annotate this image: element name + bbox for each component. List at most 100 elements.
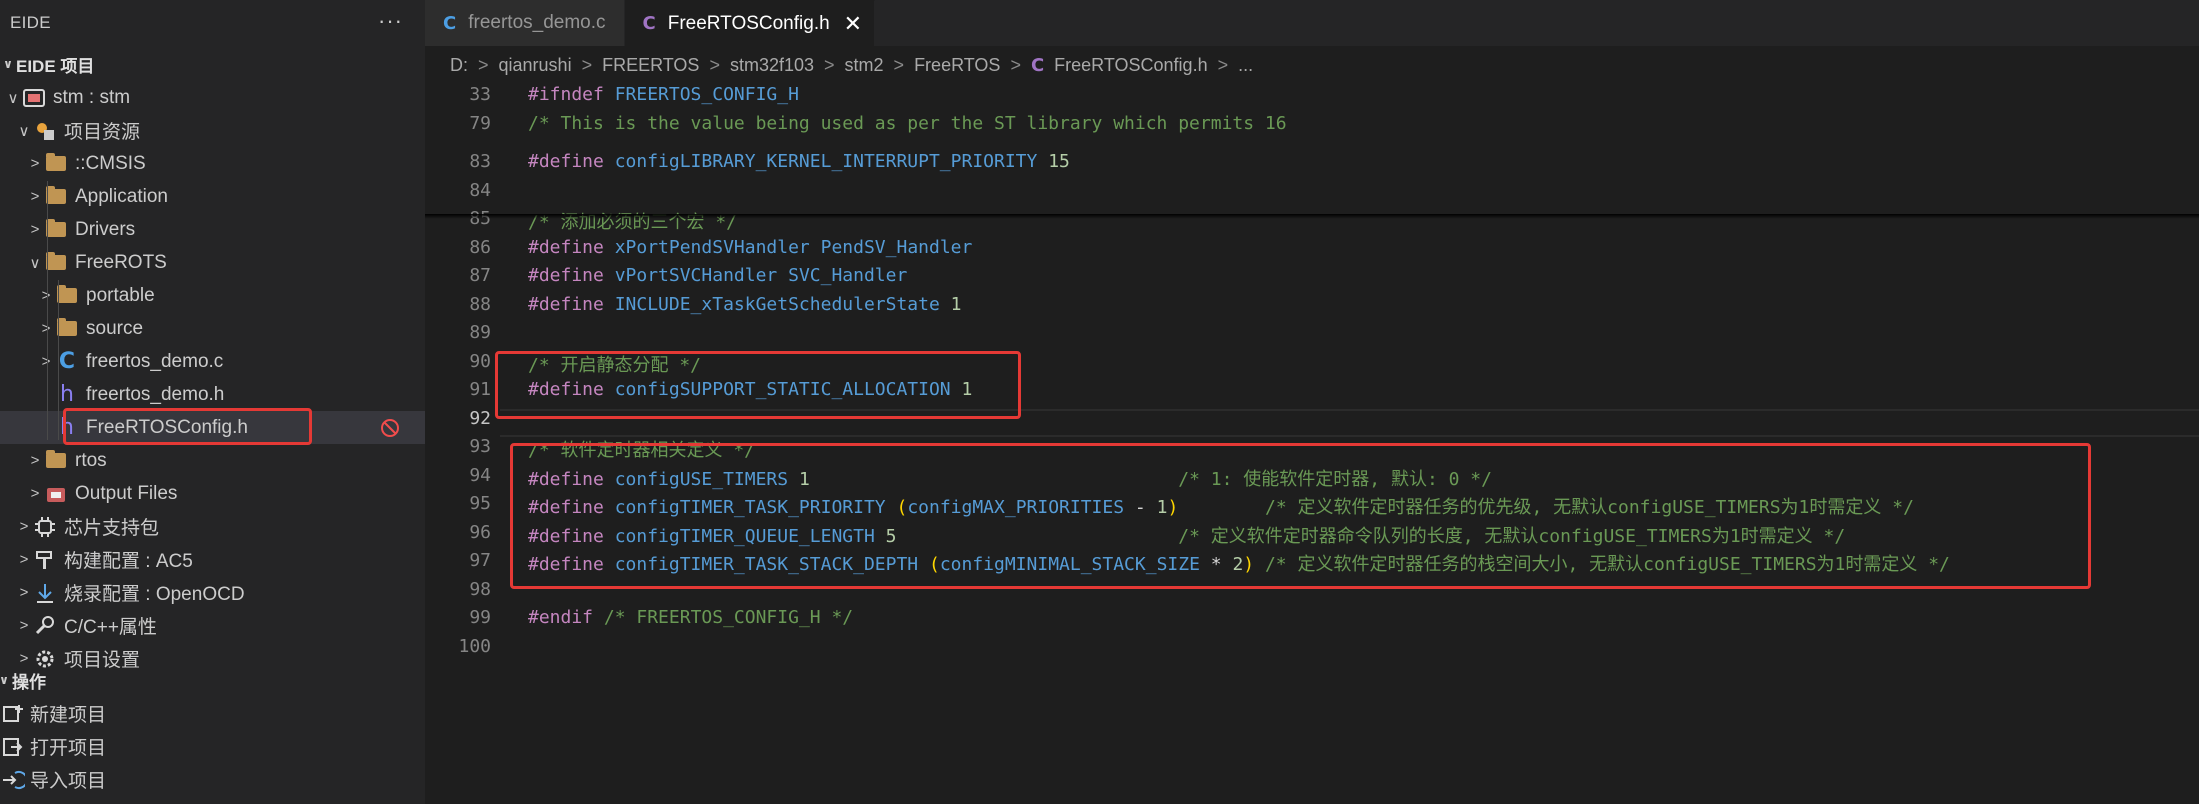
code-token: /* This is the value being used as per t…: [528, 113, 1287, 134]
tree-item[interactable]: > rtos: [0, 444, 425, 477]
tree-item[interactable]: > Cfreertos_demo.c: [0, 345, 425, 378]
code-line[interactable]: 92: [425, 408, 2199, 436]
tree-item[interactable]: h FreeRTOSConfig.h: [0, 411, 425, 444]
code-text: /* 开启静态分配 */: [528, 351, 701, 377]
line-number: 86: [469, 236, 491, 258]
chevron-right-icon[interactable]: >: [14, 551, 34, 568]
code-line[interactable]: 86 #define xPortPendSVHandler PendSV_Hand…: [425, 237, 2199, 265]
chevron-right-icon[interactable]: >: [25, 188, 45, 205]
more-actions-icon[interactable]: ···: [378, 8, 403, 34]
code-line[interactable]: 87 #define vPortSVCHandler SVC_Handler: [425, 265, 2199, 293]
code-text: #define vPortSVCHandler SVC_Handler: [528, 265, 907, 286]
op-item[interactable]: 打开项目: [0, 730, 425, 763]
code-line[interactable]: 83 #define configLIBRARY_KERNEL_INTERRUPT…: [425, 151, 2199, 179]
chevron-down-icon[interactable]: ∨: [3, 89, 23, 107]
ops-section-header[interactable]: ∨ 操作: [0, 664, 425, 696]
tree-item[interactable]: >::CMSIS: [0, 147, 425, 180]
tree-item[interactable]: > C/C++属性: [0, 609, 425, 642]
code-token: #define: [528, 554, 604, 575]
code-text: /* This is the value being used as per t…: [528, 113, 1287, 134]
chevron-right-icon[interactable]: >: [36, 353, 56, 370]
chevron-right-icon[interactable]: >: [36, 287, 56, 304]
tree-item[interactable]: > portable: [0, 279, 425, 312]
chevron-right-icon: >: [1010, 54, 1021, 75]
code-line[interactable]: 91 #define configSUPPORT_STATIC_ALLOCATIO…: [425, 379, 2199, 407]
code-token: configTIMER_TASK_STACK_DEPTH: [614, 554, 919, 575]
chevron-right-icon[interactable]: >: [36, 320, 56, 337]
code-text: #ifndef FREERTOS_CONFIG_H: [528, 84, 799, 105]
breadcrumb: D: > qianrushi > FREERTOS > stm32f103 > stm2 > Fre…: [425, 46, 2199, 84]
line-number: 90: [469, 350, 491, 372]
tree-item[interactable]: ∨ 项目资源: [0, 114, 425, 147]
code-line[interactable]: 85/* 添加必须的三个宏 */: [425, 208, 2199, 236]
code-token: #endif: [528, 607, 594, 628]
breadcrumb-symbol[interactable]: ...: [1238, 55, 1253, 76]
line-number: 99: [469, 607, 491, 628]
op-item[interactable]: 新建项目: [0, 697, 425, 730]
breadcrumb-item[interactable]: stm2: [845, 55, 884, 76]
tree-item-label: Drivers: [75, 218, 136, 240]
breadcrumb-file[interactable]: FreeRTOSConfig.h: [1054, 55, 1207, 76]
close-icon[interactable]: ✕: [844, 11, 862, 37]
code-line[interactable]: 95 #define configTIMER_TASK_PRIORITY (con…: [425, 493, 2199, 521]
tree-item[interactable]: > 烧录配置 : OpenOCD: [0, 576, 425, 609]
tree-item[interactable]: ∨ FreeROTS: [0, 246, 425, 279]
chevron-right-icon[interactable]: >: [14, 518, 34, 535]
tab-freertosconfig-h[interactable]: C FreeRTOSConfig.h ✕: [624, 0, 876, 46]
tree-item-label: 项目资源: [64, 122, 141, 143]
code-line[interactable]: 84: [425, 180, 2199, 208]
tree-item[interactable]: h freertos_demo.h: [0, 378, 425, 411]
code-line[interactable]: 99 #endif /* FREERTOS_CONFIG_H */: [425, 607, 2199, 635]
tree-item[interactable]: > 芯片支持包: [0, 510, 425, 543]
tree-item[interactable]: > Output Files: [0, 477, 425, 510]
code-line[interactable]: 97 #define configTIMER_TASK_STACK_DEPTH (…: [425, 550, 2199, 578]
folder-icon: [45, 450, 67, 472]
sticky-scroll-line[interactable]: 33 #ifndef FREERTOS_CONFIG_H: [425, 84, 2199, 112]
h-file-icon: h: [60, 382, 74, 407]
line-number: 96: [469, 521, 491, 543]
code-line[interactable]: 94 #define configUSE_TIMERS 1 /* 1: 使能软件定…: [425, 465, 2199, 493]
op-item[interactable]: 导入项目: [0, 763, 425, 796]
import-project-icon: [0, 768, 26, 792]
chevron-right-icon[interactable]: >: [25, 485, 45, 502]
tree-item[interactable]: > 构建配置 : AC5: [0, 543, 425, 576]
folder-icon: [45, 219, 67, 241]
line-number: 91: [469, 379, 491, 400]
code-line[interactable]: 89: [425, 322, 2199, 350]
chevron-right-icon[interactable]: >: [25, 155, 45, 172]
sticky-scroll-line[interactable]: 79 /* This is the value being used as per…: [425, 113, 2199, 141]
breadcrumb-item[interactable]: stm32f103: [730, 55, 814, 76]
breadcrumb-item[interactable]: FREERTOS: [602, 55, 699, 76]
chevron-right-icon: >: [478, 54, 489, 75]
code-line[interactable]: 88 #define INCLUDE_xTaskGetSchedulerState…: [425, 294, 2199, 322]
code-line[interactable]: 98: [425, 579, 2199, 607]
breadcrumb-item[interactable]: FreeRTOS: [914, 55, 1000, 76]
tree-item[interactable]: > Application: [0, 180, 425, 213]
code-editor[interactable]: NVIC value of 255. */83#define configLIB…: [425, 80, 2199, 804]
project-section-header[interactable]: ∨ EIDE 项目: [0, 48, 425, 80]
tree-item-label: Application: [75, 185, 168, 207]
chevron-down-icon[interactable]: ∨: [25, 254, 45, 272]
chevron-right-icon[interactable]: >: [25, 452, 45, 469]
code-line[interactable]: 90 /* 开启静态分配 */: [425, 351, 2199, 379]
breadcrumb-item[interactable]: D:: [450, 55, 468, 76]
chevron-down-icon[interactable]: ∨: [14, 122, 34, 140]
code-line[interactable]: 93 /* 软件定时器相关定义 */: [425, 436, 2199, 464]
tree-item[interactable]: > Drivers: [0, 213, 425, 246]
code-line[interactable]: 100: [425, 636, 2199, 664]
tree-item[interactable]: ∨ stm : stm: [0, 81, 425, 114]
chevron-right-icon[interactable]: >: [14, 584, 34, 601]
tree-item[interactable]: > source: [0, 312, 425, 345]
tab-freertos-demo-c[interactable]: C freertos_demo.c: [425, 0, 625, 46]
chevron-right-icon[interactable]: >: [25, 221, 45, 238]
line-number: 84: [469, 179, 491, 201]
breadcrumb-item[interactable]: qianrushi: [499, 55, 572, 76]
chevron-right-icon[interactable]: >: [14, 617, 34, 634]
code-token: configTIMER_TASK_PRIORITY: [614, 497, 886, 518]
line-number: 97: [469, 550, 491, 571]
code-line[interactable]: 96 #define configTIMER_QUEUE_LENGTH 5 /* …: [425, 522, 2199, 550]
